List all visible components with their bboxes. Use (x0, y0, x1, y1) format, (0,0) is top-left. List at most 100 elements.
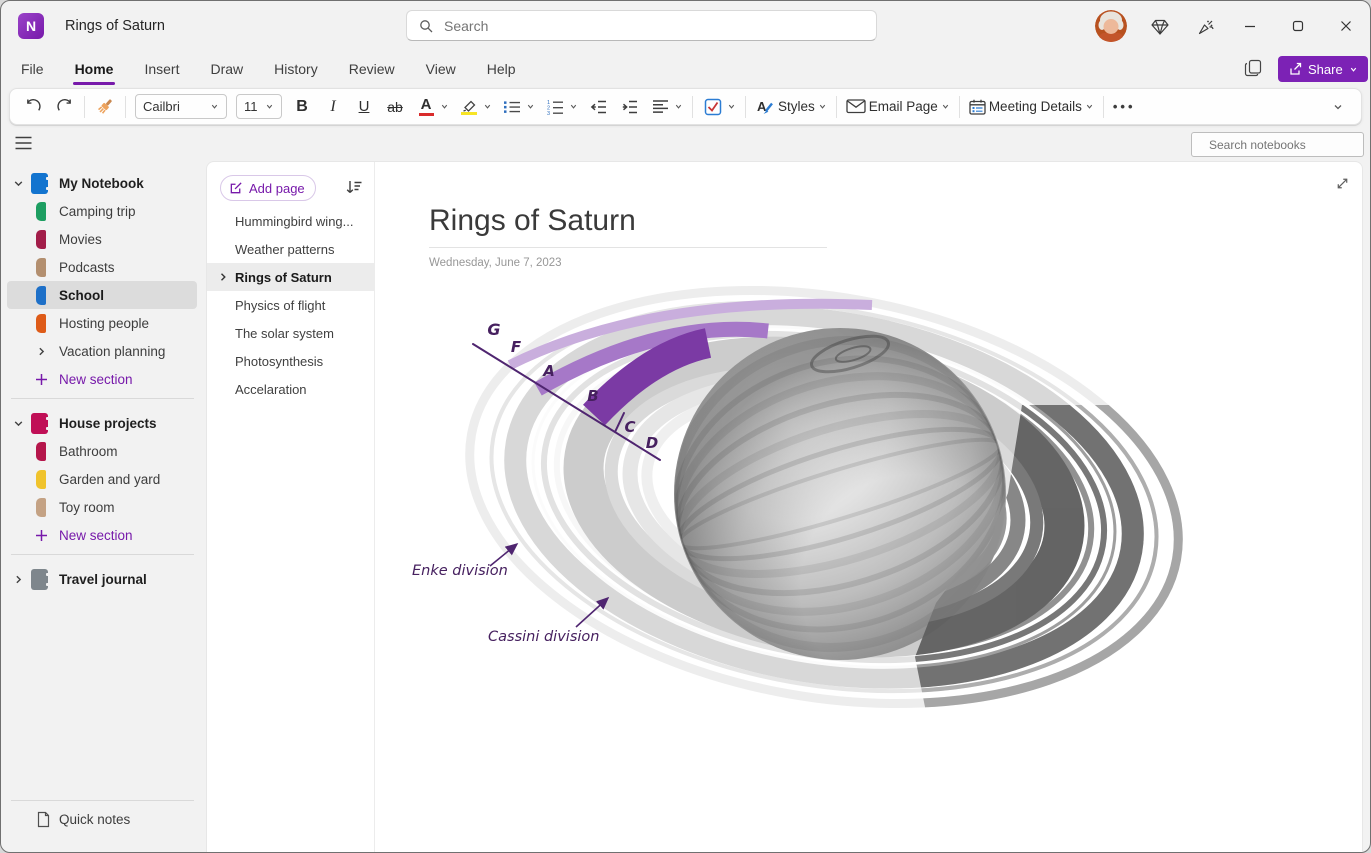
premium-diamond-icon[interactable] (1149, 16, 1171, 38)
numbered-list-button[interactable]: 1 2 3 (544, 94, 566, 120)
notebook-icon (31, 173, 48, 194)
alignment-button[interactable] (649, 94, 671, 120)
chevron-down-icon[interactable] (569, 102, 578, 111)
page-list: Add page Hummingbird wing... Weather pat… (207, 162, 375, 852)
page-item[interactable]: Weather patterns (207, 235, 374, 263)
section-movies[interactable]: Movies (1, 225, 206, 253)
ribbon-separator (692, 96, 693, 118)
section-podcasts[interactable]: Podcasts (1, 253, 206, 281)
page-item[interactable]: The solar system (207, 319, 374, 347)
format-painter-button[interactable] (94, 94, 116, 120)
page-item[interactable]: Photosynthesis (207, 347, 374, 375)
redo-button[interactable] (53, 94, 75, 120)
sidebar-divider (11, 554, 194, 555)
expand-icon[interactable] (1335, 176, 1350, 191)
font-name-select[interactable]: Cailbri (135, 94, 227, 119)
undo-button[interactable] (22, 94, 44, 120)
notebook-search-input[interactable] (1207, 137, 1366, 153)
chevron-down-icon[interactable] (674, 102, 683, 111)
page-item[interactable]: Accelaration (207, 375, 374, 403)
todo-tag-button[interactable] (702, 94, 724, 120)
notebook-my-notebook[interactable]: My Notebook (1, 169, 206, 197)
bold-button[interactable]: B (291, 94, 313, 120)
meeting-details-button[interactable]: Meeting Details (969, 99, 1094, 115)
ribbon-separator (745, 96, 746, 118)
section-toy-room[interactable]: Toy room (1, 493, 206, 521)
chevron-down-icon[interactable] (727, 102, 736, 111)
section-bathroom[interactable]: Bathroom (1, 437, 206, 465)
menu-home[interactable]: Home (73, 57, 116, 81)
global-search-box[interactable] (406, 10, 877, 41)
menu-file[interactable]: File (19, 57, 46, 81)
share-icon (1288, 62, 1302, 76)
section-hosting-people[interactable]: Hosting people (1, 309, 206, 337)
ribbon-separator (836, 96, 837, 118)
copy-pages-icon[interactable] (1241, 56, 1265, 80)
quick-notes-button[interactable]: Quick notes (1, 805, 206, 833)
chevron-down-icon[interactable] (13, 418, 25, 429)
ring-label-c: C (624, 418, 635, 436)
page-item-selected[interactable]: Rings of Saturn (207, 263, 374, 291)
font-size-select[interactable]: 11 (236, 94, 282, 119)
main-panel: Add page Hummingbird wing... Weather pat… (206, 161, 1363, 852)
section-school-selected[interactable]: School (1, 281, 206, 309)
menu-view[interactable]: View (424, 57, 458, 81)
plus-icon (35, 373, 48, 386)
chevron-down-icon (1349, 65, 1358, 74)
notebook-house-projects[interactable]: House projects (1, 409, 206, 437)
decrease-indent-button[interactable] (587, 94, 609, 120)
chevron-right-icon[interactable] (218, 272, 228, 282)
plus-icon (35, 529, 48, 542)
chevron-right-icon[interactable] (13, 574, 25, 585)
ribbon-collapse-button[interactable] (1327, 94, 1349, 120)
highlighter-button[interactable] (458, 94, 480, 120)
new-section-button[interactable]: New section (1, 521, 206, 549)
styles-button[interactable]: A Styles (755, 98, 827, 116)
whats-new-icon[interactable] (1195, 16, 1217, 38)
ring-label-f: F (511, 338, 522, 356)
ring-label-a: A (542, 362, 555, 380)
chevron-down-icon[interactable] (526, 102, 535, 111)
section-garden-and-yard[interactable]: Garden and yard (1, 465, 206, 493)
chevron-down-icon[interactable] (13, 178, 25, 189)
menu-review[interactable]: Review (347, 57, 397, 81)
email-page-button[interactable]: Email Page (846, 99, 950, 114)
new-section-button[interactable]: New section (1, 365, 206, 393)
bullet-list-button[interactable] (501, 94, 523, 120)
italic-button[interactable]: I (322, 94, 344, 120)
underline-button[interactable]: U (353, 94, 375, 120)
ring-label-g: G (487, 320, 500, 339)
notebook-travel-journal[interactable]: Travel journal (1, 565, 206, 593)
title-bar: N Rings of Saturn (1, 1, 1370, 51)
global-search-input[interactable] (442, 17, 864, 35)
avatar[interactable] (1095, 10, 1127, 42)
chevron-down-icon[interactable] (483, 102, 492, 111)
menu-help[interactable]: Help (485, 57, 518, 81)
notebook-icon (31, 413, 48, 434)
menu-history[interactable]: History (272, 57, 320, 81)
search-icon (419, 19, 433, 33)
font-color-button[interactable]: A (415, 94, 437, 120)
sort-pages-icon[interactable] (345, 179, 363, 195)
title-underline (429, 247, 827, 248)
section-camping-trip[interactable]: Camping trip (1, 197, 206, 225)
minimize-button[interactable] (1235, 13, 1265, 39)
page-item[interactable]: Hummingbird wing... (207, 207, 374, 235)
share-button[interactable]: Share (1278, 56, 1368, 82)
increase-indent-button[interactable] (618, 94, 640, 120)
menu-insert[interactable]: Insert (142, 57, 181, 81)
page-item[interactable]: Physics of flight (207, 291, 374, 319)
chevron-right-icon[interactable] (36, 346, 47, 357)
ribbon-overflow-button[interactable]: ••• (1113, 94, 1136, 120)
menu-draw[interactable]: Draw (208, 57, 245, 81)
onenote-window: N Rings of Saturn (0, 0, 1371, 853)
section-group-vacation-planning[interactable]: Vacation planning (1, 337, 206, 365)
strikethrough-button[interactable]: ab (384, 94, 406, 120)
page-title[interactable]: Rings of Saturn (429, 204, 636, 238)
chevron-down-icon[interactable] (440, 102, 449, 111)
ribbon-separator (84, 96, 85, 118)
notebook-search-box[interactable] (1191, 132, 1364, 157)
close-button[interactable] (1331, 13, 1361, 39)
maximize-button[interactable] (1283, 13, 1313, 39)
add-page-button[interactable]: Add page (220, 175, 316, 201)
